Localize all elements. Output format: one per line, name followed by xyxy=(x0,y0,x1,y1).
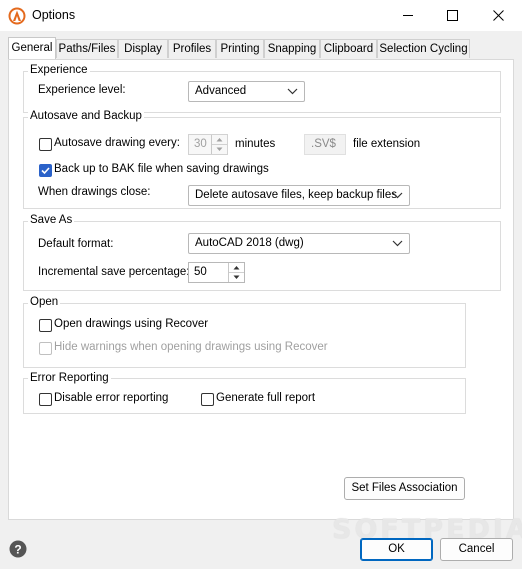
open-group xyxy=(23,303,466,368)
default-format-dropdown[interactable]: AutoCAD 2018 (dwg) xyxy=(188,233,410,254)
general-tab-page: Experience Experience level: Advanced Au… xyxy=(8,59,514,520)
full-report-label: Generate full report xyxy=(216,392,316,404)
autosave-label: Autosave drawing every: xyxy=(54,137,180,149)
app-logo-icon xyxy=(8,7,26,25)
backup-checkbox[interactable] xyxy=(39,164,52,177)
chevron-down-icon xyxy=(392,240,403,247)
tab-profiles[interactable]: Profiles xyxy=(168,39,216,58)
tab-display[interactable]: Display xyxy=(118,39,168,58)
minutes-label: minutes xyxy=(235,138,276,150)
minimize-icon xyxy=(402,15,413,16)
autosave-group-title: Autosave and Backup xyxy=(28,110,144,122)
window-title: Options xyxy=(32,8,76,22)
autosave-interval-value: 30 xyxy=(194,138,207,150)
ok-button[interactable]: OK xyxy=(360,538,433,561)
open-group-title: Open xyxy=(28,296,61,308)
autosave-interval-spinner[interactable]: 30 xyxy=(188,134,228,155)
minimize-button[interactable] xyxy=(386,0,430,31)
title-bar: Options xyxy=(0,0,522,31)
spin-down-button[interactable] xyxy=(229,273,244,282)
error-reporting-group-title: Error Reporting xyxy=(28,372,111,384)
tab-paths-files[interactable]: Paths/Files xyxy=(56,39,118,58)
arrow-up-icon xyxy=(216,138,223,142)
file-extension-field[interactable]: .SV$ xyxy=(304,134,346,155)
arrow-down-icon xyxy=(216,147,223,151)
incremental-save-label: Incremental save percentage: xyxy=(38,266,190,278)
arrow-up-icon xyxy=(233,266,240,270)
tab-general[interactable]: General xyxy=(8,37,56,59)
open-recover-checkbox[interactable] xyxy=(39,319,52,332)
experience-level-label: Experience level: xyxy=(38,84,126,96)
when-close-dropdown[interactable]: Delete autosave files, keep backup files xyxy=(188,185,410,206)
default-format-label: Default format: xyxy=(38,238,114,250)
full-report-checkbox[interactable] xyxy=(201,393,214,406)
hide-warnings-label: Hide warnings when opening drawings usin… xyxy=(54,341,328,353)
checkmark-icon xyxy=(41,167,50,175)
when-close-label: When drawings close: xyxy=(38,186,151,198)
set-files-association-button[interactable]: Set Files Association xyxy=(344,477,465,500)
spin-up-button[interactable] xyxy=(229,263,244,273)
open-recover-label: Open drawings using Recover xyxy=(54,318,209,330)
cancel-button[interactable]: Cancel xyxy=(440,538,513,561)
file-extension-label: file extension xyxy=(353,138,421,150)
spin-up-button[interactable] xyxy=(212,135,227,145)
disable-error-reporting-label: Disable error reporting xyxy=(54,392,169,404)
when-close-value: Delete autosave files, keep backup files xyxy=(195,189,398,201)
save-as-group-title: Save As xyxy=(28,214,75,226)
help-icon[interactable]: ? xyxy=(9,540,27,558)
tab-printing[interactable]: Printing xyxy=(216,39,264,58)
maximize-icon xyxy=(446,10,458,21)
spin-down-button[interactable] xyxy=(212,145,227,154)
maximize-button[interactable] xyxy=(430,0,474,31)
tab-selection-cycling[interactable]: Selection Cycling xyxy=(377,39,470,58)
experience-level-value: Advanced xyxy=(195,85,247,97)
save-as-group xyxy=(23,221,501,291)
hide-warnings-checkbox[interactable] xyxy=(39,342,52,355)
default-format-value: AutoCAD 2018 (dwg) xyxy=(195,237,304,249)
tab-snapping[interactable]: Snapping xyxy=(264,39,320,58)
close-icon xyxy=(492,10,504,21)
incremental-save-spinner[interactable]: 50 xyxy=(188,262,245,283)
disable-error-reporting-checkbox[interactable] xyxy=(39,393,52,406)
tab-clipboard[interactable]: Clipboard xyxy=(320,39,377,58)
experience-group-title: Experience xyxy=(28,64,90,76)
close-button[interactable] xyxy=(476,0,520,31)
chevron-down-icon xyxy=(392,192,403,199)
autosave-checkbox[interactable] xyxy=(39,138,52,151)
chevron-down-icon xyxy=(287,88,298,95)
arrow-down-icon xyxy=(233,275,240,279)
incremental-save-value: 50 xyxy=(194,266,207,278)
svg-text:?: ? xyxy=(14,543,21,557)
backup-label: Back up to BAK file when saving drawings xyxy=(54,163,269,175)
experience-level-dropdown[interactable]: Advanced xyxy=(188,81,305,102)
